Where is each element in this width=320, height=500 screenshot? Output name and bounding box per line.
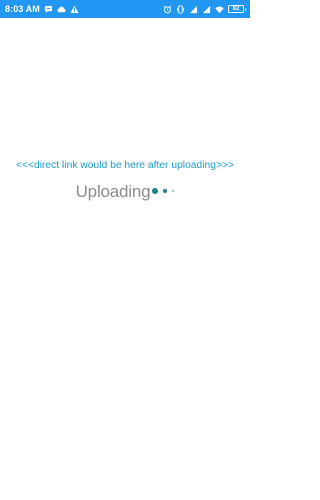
loading-indicator [152,188,175,194]
vibrate-icon [176,4,185,14]
direct-link-placeholder[interactable]: <<<direct link would be here after uploa… [0,160,250,171]
cloud-icon [57,5,66,14]
status-time: 8:03 AM [5,4,40,14]
upload-status: Uploading [0,180,250,204]
alarm-icon [163,5,172,14]
wifi-icon [215,5,224,14]
status-bar-left: 8:03 AM [5,4,79,14]
signal-icon [202,5,211,14]
chat-icon [44,5,53,14]
status-bar-right: 82 [163,4,246,14]
signal-icon [189,5,198,14]
screen: 8:03 AM 82 <<<direct link would be here … [0,0,250,500]
battery-icon: 82 [228,5,246,13]
loading-dot [163,189,168,193]
uploading-label: Uploading [75,182,151,201]
warning-icon [70,5,79,14]
loading-dot [152,188,159,194]
loading-dot [172,190,175,192]
status-bar: 8:03 AM 82 [0,0,250,18]
